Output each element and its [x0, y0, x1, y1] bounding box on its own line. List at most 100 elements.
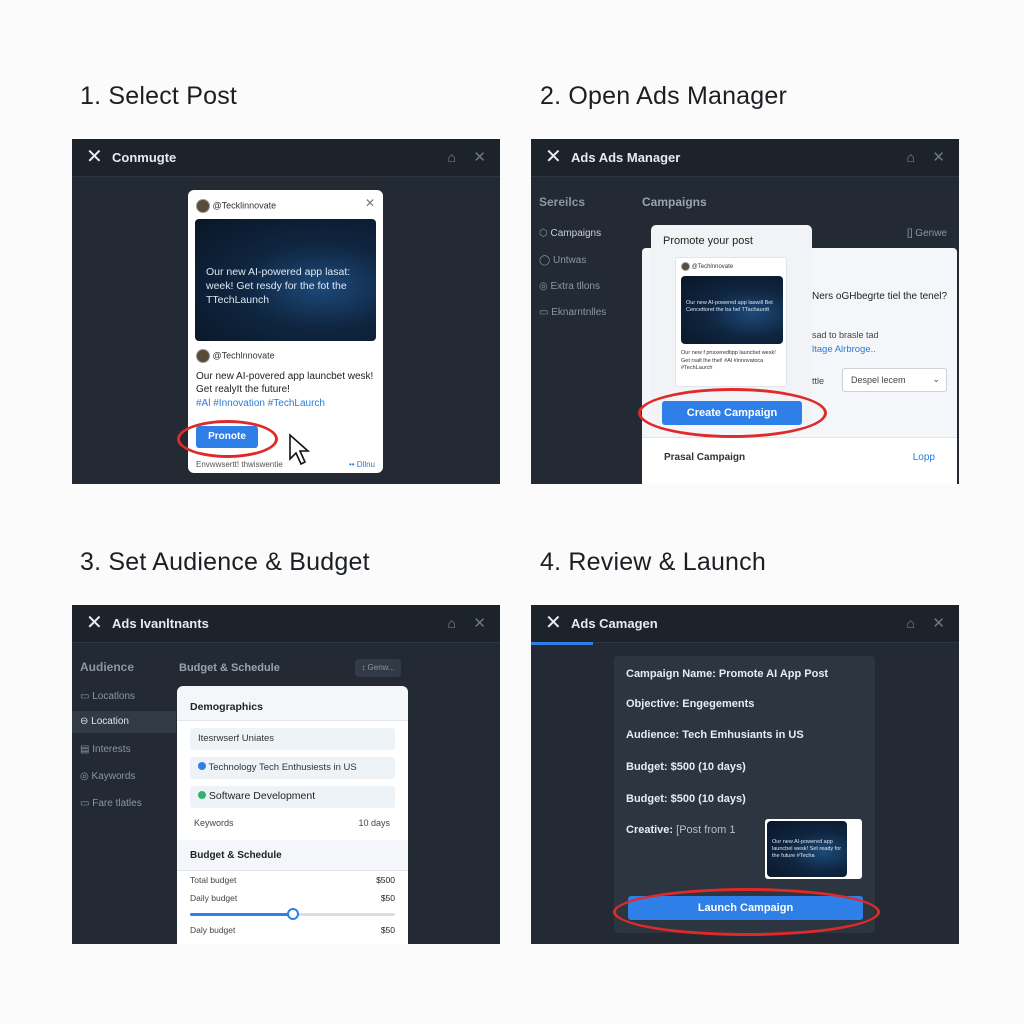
close-icon[interactable]: ✕ — [365, 196, 375, 210]
creative-label: Creative: — [626, 824, 674, 836]
home-icon[interactable]: ⌂ — [448, 615, 456, 631]
campaign-budget: Budget: $500 (10 days) — [626, 793, 746, 805]
home-icon[interactable]: ⌂ — [907, 615, 915, 631]
keywords-value: 10 days — [358, 818, 390, 828]
campaign-name: Campaign Name: Promote AI App Post — [626, 668, 829, 680]
mini-handle: @Techlnnovate — [691, 264, 734, 271]
daily-budget-value: $50 — [380, 925, 395, 935]
close-icon[interactable]: ✕ — [473, 148, 486, 166]
close-icon[interactable]: ✕ — [932, 148, 945, 166]
sidebar-icon: ◎ — [80, 771, 92, 782]
panel-review-launch: ✕ Ads Camagen ⌂ ✕ Campaign Name: Promote… — [531, 605, 959, 944]
info-text: sad to brasle tad — [812, 330, 879, 340]
audience-option[interactable]: Itesrwserf Uniates — [190, 728, 395, 750]
close-icon[interactable]: ✕ — [545, 612, 562, 634]
daily-budget-label: Daly budget — [190, 925, 236, 935]
close-icon[interactable]: ✕ — [932, 614, 945, 632]
sidebar-item-location[interactable]: ⊖ Location — [72, 711, 176, 733]
post-footer-left: Envwwsertt! thwiswentie — [196, 460, 283, 469]
post-handle: @Tecklinnovate — [212, 200, 277, 211]
step-1-title: 1. Select Post — [80, 82, 238, 110]
creative-image: Our new AI-powered app launcbel wesk! Se… — [767, 821, 847, 877]
close-icon[interactable]: ✕ — [86, 612, 103, 634]
post-body: Our new AI-povered app launcbet wesk! Ge… — [196, 371, 374, 395]
proposal-row[interactable]: Prasal Campaign Lopp — [642, 437, 957, 484]
home-icon[interactable]: ⌂ — [448, 149, 456, 165]
window-titlebar: ✕ Ads Ads Manager ⌂ ✕ — [531, 139, 959, 177]
window-titlebar: ✕ Ads Camagen ⌂ ✕ — [531, 605, 959, 643]
close-icon[interactable]: ✕ — [545, 146, 562, 168]
avatar — [196, 199, 210, 213]
header-action[interactable]: [] Genwe — [907, 228, 947, 239]
audience-option-tech[interactable]: Technology Tech Enthusiests in US — [190, 757, 395, 779]
budget-heading: Budget & Schedule — [190, 850, 282, 861]
option-label: Technology Tech Enthusiests in US — [208, 762, 357, 773]
audience-option-software[interactable]: Software Development — [190, 786, 395, 808]
budget-slider-handle[interactable] — [286, 908, 299, 920]
chevron-down-icon: ⌄ — [932, 374, 940, 384]
sidebar-item[interactable]: ◎ Kaywords — [80, 771, 135, 782]
objective-question: Ners oGHbegrte tiel the tenel? — [812, 291, 948, 302]
sidebar-icon: ◎ — [539, 281, 551, 292]
budget-slider-track[interactable] — [190, 908, 395, 920]
campaign-creative: Creative: [Post from 1 — [626, 824, 735, 836]
creative-thumbnail: Our new AI-powered app launcbel wesk! Se… — [765, 819, 862, 879]
budget-slider-fill — [190, 913, 293, 916]
post-author: @Techlnnovate — [196, 349, 275, 363]
check-icon — [198, 791, 206, 799]
mini-post-header: @Techlnnovate — [681, 262, 733, 271]
window-titlebar: ✕ Ads Ivanltnants ⌂ ✕ — [72, 605, 500, 643]
sidebar-item[interactable]: ◯ Untwas — [539, 255, 586, 266]
step-4-title: 4. Review & Launch — [540, 548, 766, 576]
window-title: Ads Ads Manager — [571, 150, 681, 165]
header-button[interactable]: ↕ Genw... — [355, 659, 401, 677]
main-heading: Budget & Schedule — [179, 662, 280, 674]
option-label: Software Development — [208, 790, 316, 802]
objective-select[interactable]: Despel lecem ⌄ — [842, 368, 947, 392]
active-tab-indicator — [531, 642, 593, 645]
sidebar-icon: ▤ — [80, 744, 93, 755]
info-link[interactable]: ltage Alrbroge.. — [812, 344, 876, 355]
campaign-audience: Audience: Tech Emhusiants in US — [626, 729, 804, 741]
avatar — [196, 349, 210, 363]
select-label: ttle — [812, 376, 825, 386]
audience-form: Demographics Itesrwserf Uniates Technolo… — [177, 686, 408, 944]
sidebar-item[interactable]: ▭ Eknarntnlles — [539, 307, 606, 318]
cursor-icon — [289, 433, 311, 466]
close-icon[interactable]: ✕ — [473, 614, 486, 632]
post-footer-right[interactable]: •• Dllnu — [349, 460, 375, 469]
sidebar-icon: ▭ — [539, 307, 552, 318]
sidebar-icon: ◯ — [539, 255, 553, 266]
post-image-text: Our new AI-powered app lasat: week! Get … — [206, 266, 351, 306]
highlight-ring — [177, 420, 278, 458]
panel-ads-manager: ✕ Ads Ads Manager ⌂ ✕ Sereilcs ⬡ Campaig… — [531, 139, 959, 484]
sidebar-icon: ▭ — [80, 798, 93, 809]
daily-budget-label: Daily budget — [190, 893, 238, 903]
step-3-title: 3. Set Audience & Budget — [80, 548, 370, 576]
close-icon[interactable]: ✕ — [86, 146, 103, 168]
popup-title: Promote your post — [663, 235, 753, 247]
sidebar-item[interactable]: ◎ Extra tllons — [539, 281, 600, 292]
home-icon[interactable]: ⌂ — [907, 149, 915, 165]
daily-budget-value: $50 — [380, 893, 395, 903]
campaign-budget: Budget: $500 (10 days) — [626, 761, 746, 773]
sidebar-heading: Sereilcs — [539, 195, 586, 209]
sidebar-item[interactable]: ▭ Locatlons — [80, 691, 135, 702]
post-header: @Tecklinnovate — [196, 199, 276, 213]
highlight-ring — [613, 888, 880, 936]
total-budget-value: $500 — [376, 875, 395, 885]
keywords-label: Keywords — [194, 818, 234, 828]
post-hashtags[interactable]: #Al #Innovation #TechLaurch — [196, 398, 325, 409]
avatar — [681, 262, 690, 271]
sidebar-item[interactable]: ▭ Fare tlatles — [80, 798, 142, 809]
creative-value: [Post from 1 — [676, 824, 736, 836]
step-2-title: 2. Open Ads Manager — [540, 82, 788, 110]
highlight-ring — [638, 388, 827, 438]
panel-audience-budget: ✕ Ads Ivanltnants ⌂ ✕ Audience ▭ Locatlo… — [72, 605, 500, 944]
sidebar-item-campaigns[interactable]: ⬡ Campaigns — [539, 228, 601, 239]
sidebar-item[interactable]: ▤ Interests — [80, 744, 131, 755]
window-title: Ads Camagen — [571, 616, 658, 631]
window-titlebar: ✕ Conmugte ⌂ ✕ — [72, 139, 500, 177]
post-image: Our new AI-powered app lasat: week! Get … — [195, 219, 376, 341]
proposal-link[interactable]: Lopp — [913, 452, 935, 463]
